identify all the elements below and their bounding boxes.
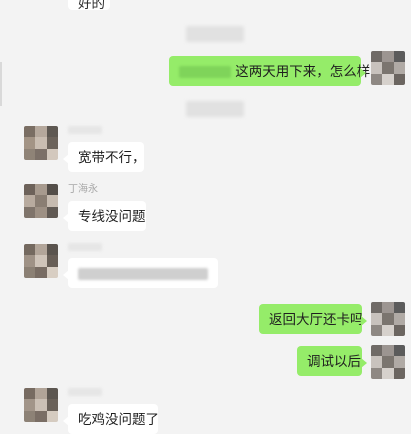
chat-window: 好的 这两天用下来，怎么样 宽带不行， 丁海永 专线没问题 返回大厅还卡吗 调试…: [0, 0, 411, 434]
message-text: 调试以后: [307, 354, 361, 370]
sender-name: 丁海永: [68, 184, 98, 195]
avatar-contact[interactable]: [24, 244, 58, 278]
message-text: 宽带不行，: [78, 150, 146, 166]
message-bubble-partial[interactable]: 好的: [68, 0, 110, 10]
redacted-mention: [179, 66, 231, 78]
message-bubble-contact[interactable]: 吃鸡没问题了: [63, 404, 159, 434]
sender-name-redacted: [68, 388, 102, 396]
message-text: 好的: [78, 0, 105, 10]
avatar-self[interactable]: [371, 345, 405, 379]
avatar-contact[interactable]: [24, 184, 58, 218]
message-bubble-contact[interactable]: 宽带不行，: [63, 142, 146, 172]
avatar-contact[interactable]: [24, 388, 58, 422]
message-bubble-self[interactable]: 返回大厅还卡吗: [259, 304, 367, 334]
message-bubble-contact[interactable]: 专线没问题: [63, 201, 146, 231]
avatar-contact[interactable]: [24, 126, 58, 160]
avatar-self[interactable]: [371, 302, 405, 336]
avatar-self[interactable]: [371, 51, 405, 85]
message-text: 吃鸡没问题了: [78, 412, 159, 428]
message-text: 返回大厅还卡吗: [269, 312, 364, 328]
sender-name-redacted: [68, 126, 102, 134]
timestamp: [186, 101, 244, 117]
scroll-edge: [0, 62, 2, 106]
message-bubble-self[interactable]: 调试以后: [297, 346, 367, 376]
message-bubble-self[interactable]: 这两天用下来，怎么样: [169, 56, 370, 86]
redacted-content: [78, 268, 208, 280]
timestamp: [186, 26, 244, 42]
message-bubble-contact[interactable]: [63, 258, 218, 288]
message-text: 这两天用下来，怎么样: [235, 64, 371, 80]
message-text: 专线没问题: [78, 209, 146, 225]
sender-name-redacted: [68, 243, 102, 251]
